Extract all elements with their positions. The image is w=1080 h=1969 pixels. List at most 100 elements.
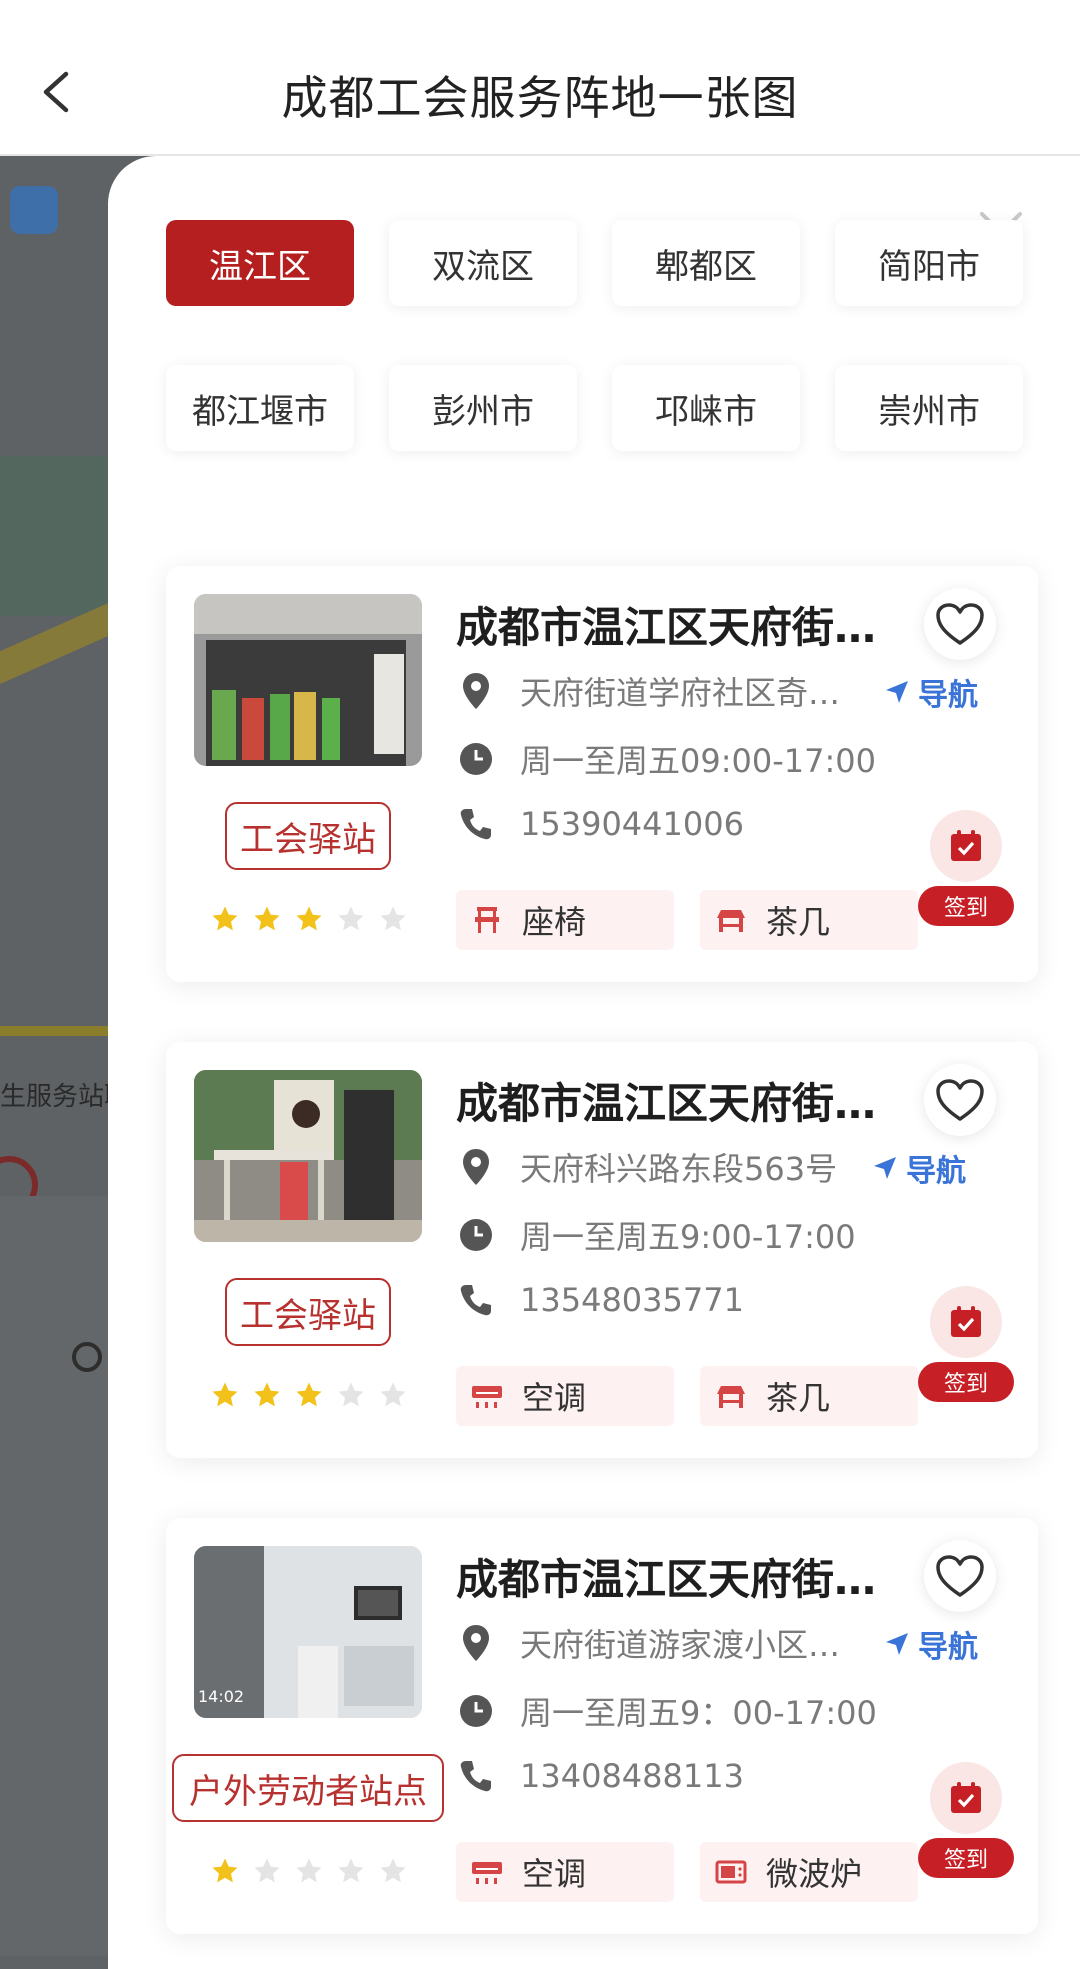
station-type-tag: 户外劳动者站点 xyxy=(172,1754,444,1822)
station-phone[interactable]: 15390441006 xyxy=(520,805,744,843)
star-icon xyxy=(296,1382,322,1407)
star-icon xyxy=(296,906,322,931)
clock-icon xyxy=(456,1691,496,1731)
checkin-button[interactable]: 签到 xyxy=(918,1838,1014,1878)
station-card[interactable]: 工会驿站 成都市温江区天府街… 天府街道学府社区奇… 导航 周一至周五09:00… xyxy=(166,566,1038,982)
station-address: 天府街道游家渡小区… xyxy=(520,1626,841,1664)
facility-chip: 茶几 xyxy=(700,890,918,950)
station-address-row: 天府街道游家渡小区… xyxy=(456,1620,840,1666)
district-chip-chongzhou[interactable]: 崇州市 xyxy=(835,365,1023,451)
phone-icon xyxy=(456,1756,496,1796)
station-address: 天府科兴路东段563号 xyxy=(520,1150,838,1188)
star-icon xyxy=(380,1858,406,1883)
station-phone-row: 15390441006 xyxy=(456,804,744,844)
station-photo xyxy=(194,594,422,766)
station-name: 成都市温江区天府街… xyxy=(456,1079,877,1128)
calendar-checkin-icon[interactable] xyxy=(930,1286,1002,1358)
facility-label: 茶几 xyxy=(766,1379,831,1417)
station-phone-row: 13408488113 xyxy=(456,1756,744,1796)
district-chip-shuangliu[interactable]: 双流区 xyxy=(389,220,577,306)
star-icon xyxy=(296,1858,322,1883)
star-icon xyxy=(380,906,406,931)
navigation-arrow-icon xyxy=(886,1633,908,1655)
star-icon xyxy=(254,1858,280,1883)
star-icon xyxy=(380,1382,406,1407)
page-title: 成都工会服务阵地一张图 xyxy=(281,71,799,125)
navigate-label: 导航 xyxy=(918,1630,978,1665)
station-address-row: 天府街道学府社区奇… xyxy=(456,668,840,714)
district-chip-wenjiang[interactable]: 温江区 xyxy=(166,220,354,306)
facility-label: 空调 xyxy=(522,1855,587,1893)
favorite-heart-icon[interactable] xyxy=(924,1540,996,1612)
district-chip-dujiangyan[interactable]: 都江堰市 xyxy=(166,365,354,451)
tea-table-icon xyxy=(714,1379,748,1413)
station-photo: 14:02 xyxy=(194,1546,422,1718)
station-type-tag: 工会驿站 xyxy=(225,802,391,870)
navigate-link[interactable]: 导航 xyxy=(884,670,978,714)
photo-timestamp: 14:02 xyxy=(198,1687,244,1706)
map-app-logo xyxy=(10,186,58,234)
rating-stars xyxy=(210,1380,408,1410)
station-card[interactable]: 14:02 户外劳动者站点 成都市温江区天府街… 天府街道游家渡小区… 导航 周… xyxy=(166,1518,1038,1934)
favorite-heart-icon[interactable] xyxy=(924,588,996,660)
facility-label: 座椅 xyxy=(522,903,587,941)
rating-stars xyxy=(210,904,408,934)
facility-label: 空调 xyxy=(522,1379,587,1417)
facility-chip: 茶几 xyxy=(700,1366,918,1426)
checkin-button[interactable]: 签到 xyxy=(918,886,1014,926)
phone-icon xyxy=(456,804,496,844)
district-chip-qionglai[interactable]: 邛崃市 xyxy=(612,365,800,451)
chair-icon xyxy=(470,903,504,937)
star-icon xyxy=(338,1858,364,1883)
facility-chip: 空调 xyxy=(456,1366,674,1426)
station-hours-row: 周一至周五9:00-17:00 xyxy=(456,1212,856,1258)
microwave-icon xyxy=(714,1855,748,1889)
station-name: 成都市温江区天府街… xyxy=(456,603,877,652)
star-icon xyxy=(254,906,280,931)
rating-stars xyxy=(210,1856,408,1886)
star-icon xyxy=(212,1382,238,1407)
location-pin-icon xyxy=(456,671,496,711)
station-hours-row: 周一至周五9：00-17:00 xyxy=(456,1688,877,1734)
district-chip-pidu[interactable]: 郫都区 xyxy=(612,220,800,306)
top-bar: 成都工会服务阵地一张图 xyxy=(0,0,1080,156)
background-search-icon xyxy=(72,1342,102,1372)
location-pin-icon xyxy=(456,1147,496,1187)
station-hours: 周一至周五09:00-17:00 xyxy=(520,742,876,780)
facility-label: 微波炉 xyxy=(766,1855,863,1893)
navigate-label: 导航 xyxy=(906,1154,966,1189)
air-conditioner-icon xyxy=(470,1855,504,1889)
district-chip-pengzhou[interactable]: 彭州市 xyxy=(389,365,577,451)
star-icon xyxy=(338,906,364,931)
station-address-row: 天府科兴路东段563号 xyxy=(456,1144,837,1190)
district-chip-jianyang[interactable]: 简阳市 xyxy=(835,220,1023,306)
navigation-arrow-icon xyxy=(874,1157,896,1179)
phone-icon xyxy=(456,1280,496,1320)
calendar-checkin-icon[interactable] xyxy=(930,1762,1002,1834)
clock-icon xyxy=(456,739,496,779)
navigate-link[interactable]: 导航 xyxy=(884,1622,978,1666)
navigate-link[interactable]: 导航 xyxy=(872,1146,966,1190)
air-conditioner-icon xyxy=(470,1379,504,1413)
station-photo xyxy=(194,1070,422,1242)
clock-icon xyxy=(456,1215,496,1255)
navigation-arrow-icon xyxy=(886,681,908,703)
station-hours: 周一至周五9：00-17:00 xyxy=(520,1694,877,1732)
station-type-tag: 工会驿站 xyxy=(225,1278,391,1346)
facility-label: 茶几 xyxy=(766,903,831,941)
calendar-checkin-icon[interactable] xyxy=(930,810,1002,882)
station-card[interactable]: 工会驿站 成都市温江区天府街… 天府科兴路东段563号 导航 周一至周五9:00… xyxy=(166,1042,1038,1458)
station-name: 成都市温江区天府街… xyxy=(456,1555,877,1604)
star-icon xyxy=(254,1382,280,1407)
favorite-heart-icon[interactable] xyxy=(924,1064,996,1136)
checkin-button[interactable]: 签到 xyxy=(918,1362,1014,1402)
tea-table-icon xyxy=(714,903,748,937)
station-hours: 周一至周五9:00-17:00 xyxy=(520,1218,856,1256)
location-pin-icon xyxy=(456,1623,496,1663)
station-phone[interactable]: 13548035771 xyxy=(520,1281,744,1319)
station-phone[interactable]: 13408488113 xyxy=(520,1757,744,1795)
star-icon xyxy=(212,1858,238,1883)
station-hours-row: 周一至周五09:00-17:00 xyxy=(456,736,876,782)
facility-chip: 座椅 xyxy=(456,890,674,950)
facility-chip: 微波炉 xyxy=(700,1842,918,1902)
